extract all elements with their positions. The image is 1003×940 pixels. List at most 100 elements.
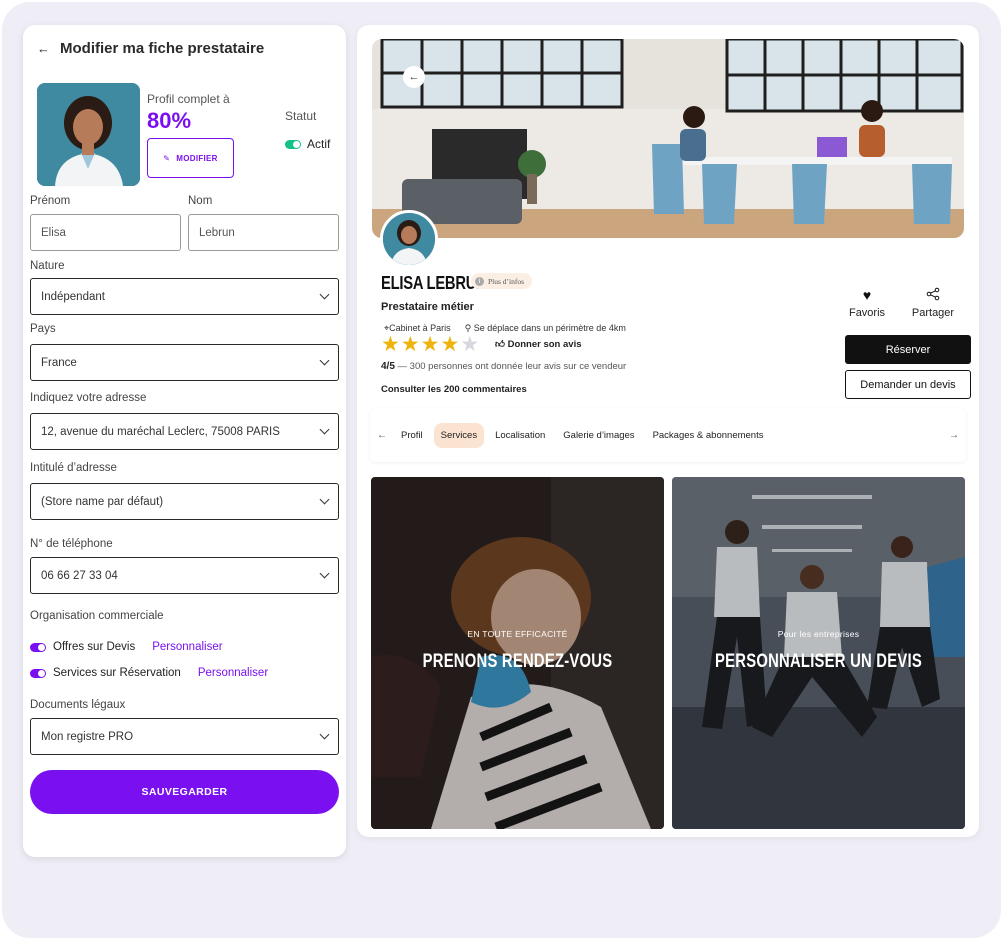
comments-link[interactable]: Consulter les 200 commentaires <box>381 384 527 395</box>
more-info-label: Plus d’infos <box>488 276 525 286</box>
heart-icon: ♥ <box>862 287 872 303</box>
rating-description: — 300 personnes ont donnée leur avis sur… <box>394 361 627 372</box>
service-card-quote[interactable]: Pour les entreprises PERSONNALISER UN DE… <box>672 477 965 829</box>
country-select[interactable]: France <box>30 344 339 381</box>
modify-photo-button[interactable]: ✎ MODIFIER <box>147 138 234 178</box>
favorite-button[interactable]: ♥ Favoris <box>847 287 887 319</box>
last-name-value: Lebrun <box>199 226 235 239</box>
office-illustration <box>372 39 964 238</box>
save-button[interactable]: SAUVEGARDER <box>30 770 339 814</box>
switch-label: Offres sur Devis <box>53 641 136 653</box>
share-icon <box>907 287 959 305</box>
first-name-label: Prénom <box>30 195 71 207</box>
nature-label: Nature <box>30 260 65 272</box>
more-info-badge[interactable]: i Plus d’infos <box>471 273 533 289</box>
completion-label: Profil complet à <box>147 92 230 106</box>
tab-services[interactable]: Services <box>433 422 485 448</box>
avatar-illustration <box>37 83 140 186</box>
chevron-down-icon <box>319 729 330 740</box>
book-button[interactable]: Réserver <box>845 335 971 364</box>
request-quote-button[interactable]: Demander un devis <box>845 370 971 399</box>
modify-label: MODIFIER <box>176 153 218 163</box>
rating-score: 4/5 <box>381 361 395 372</box>
offers-quote-toggle[interactable] <box>30 642 46 652</box>
profile-preview-panel: ← ELISA LEBRUN i Plus d’infos Prestatair… <box>357 25 979 837</box>
avatar-illustration <box>383 213 435 265</box>
info-icon: i <box>475 276 484 286</box>
address-value: 12, avenue du maréchal Leclerc, 75008 PA… <box>41 425 280 438</box>
service-card-appointment[interactable]: EN TOUTE EFFICACITÉ PRENONS RENDEZ-VOUS <box>371 477 664 829</box>
card-subtitle: Pour les entreprises <box>777 629 860 639</box>
profile-avatar <box>380 210 438 268</box>
services-booking-toggle[interactable] <box>30 668 46 678</box>
address-title-select[interactable]: (Store name par défaut) <box>30 483 339 520</box>
rating-summary: 4/5 — 300 personnes ont donnée leur avis… <box>381 361 626 372</box>
phone-select[interactable]: 06 66 27 33 04 <box>30 557 339 594</box>
last-name-label: Nom <box>188 195 213 207</box>
give-review-link[interactable]: 👍︎ Donner son avis <box>495 338 582 350</box>
address-title-label: Intitulé d’adresse <box>30 462 117 474</box>
star-icon: ★ <box>440 333 460 356</box>
card-title: PERSONNALISER UN DEVIS <box>715 651 922 672</box>
switch-label: Services sur Réservation <box>53 667 181 679</box>
card-title: PRENONS RENDEZ-VOUS <box>422 651 613 672</box>
status-toggle[interactable] <box>285 139 301 149</box>
documents-select[interactable]: Mon registre PRO <box>30 718 339 755</box>
back-icon[interactable]: ← <box>403 66 425 88</box>
panel-header: ← Modifier ma fiche prestataire <box>37 40 264 57</box>
tab-galerie[interactable]: Galerie d’images <box>556 423 641 448</box>
favorite-label: Favoris <box>848 307 886 319</box>
share-button[interactable]: Partager <box>907 287 959 319</box>
travel-range: ⚲ Se déplace dans un périmètre de 4km <box>464 323 626 333</box>
star-icon: ★ <box>400 333 420 356</box>
nature-value: Indépendant <box>41 290 105 303</box>
status-value: Actif <box>307 137 331 151</box>
org-label: Organisation commerciale <box>30 610 164 622</box>
profile-tabs: ← Profil Services Localisation Galerie d… <box>370 408 966 462</box>
status-block: Statut Actif <box>285 109 330 151</box>
address-label: Indiquez votre adresse <box>30 392 147 404</box>
star-icon: ★ <box>460 333 480 356</box>
completion-value: 80% <box>147 108 192 133</box>
arrow-left-icon[interactable]: ← <box>37 41 50 56</box>
status-label: Statut <box>285 109 317 123</box>
switch-offers-quote: Offres sur Devis Personnaliser <box>30 641 223 653</box>
share-label: Partager <box>911 307 955 319</box>
star-icon: ★ <box>381 333 400 356</box>
star-icon: ★ <box>420 333 440 356</box>
arrow-right-icon[interactable]: → <box>942 430 966 441</box>
phone-value: 06 66 27 33 04 <box>41 569 118 582</box>
documents-value: Mon registre PRO <box>41 730 134 743</box>
nature-select[interactable]: Indépendant <box>30 278 339 315</box>
cover-image: ← <box>372 39 964 238</box>
documents-label: Documents légaux <box>30 699 126 711</box>
profile-completion: Profil complet à 80% <box>147 92 230 134</box>
chevron-down-icon <box>319 568 330 579</box>
arrow-left-icon[interactable]: ← <box>370 430 394 441</box>
thumbs-up-icon: 👍︎ <box>495 339 505 350</box>
country-value: France <box>41 356 77 369</box>
switch-services-booking: Services sur Réservation Personnaliser <box>30 667 268 679</box>
address-select[interactable]: 12, avenue du maréchal Leclerc, 75008 PA… <box>30 413 339 450</box>
first-name-input[interactable]: Elisa <box>30 214 181 251</box>
profile-photo[interactable] <box>37 83 140 186</box>
chevron-down-icon <box>319 424 330 435</box>
provider-role: Prestataire métier <box>381 301 474 313</box>
tab-packages[interactable]: Packages & abonnements <box>646 423 771 448</box>
customize-link[interactable]: Personnaliser <box>152 641 222 653</box>
country-label: Pays <box>30 323 56 335</box>
tab-localisation[interactable]: Localisation <box>488 423 552 448</box>
phone-label: N° de téléphone <box>30 538 113 550</box>
customize-link[interactable]: Personnaliser <box>198 667 268 679</box>
chevron-down-icon <box>319 289 330 300</box>
walk-icon: ⚲ <box>464 323 472 333</box>
chevron-down-icon <box>319 355 330 366</box>
first-name-value: Elisa <box>41 226 66 239</box>
rating-stars: ★ ★ ★ ★ ★ <box>381 334 479 355</box>
tab-profil[interactable]: Profil <box>394 423 430 448</box>
page-title: Modifier ma fiche prestataire <box>60 40 265 57</box>
chevron-down-icon <box>319 494 330 505</box>
pencil-icon: ✎ <box>163 153 171 163</box>
address-title-value: (Store name par défaut) <box>41 495 164 508</box>
last-name-input[interactable]: Lebrun <box>188 214 339 251</box>
